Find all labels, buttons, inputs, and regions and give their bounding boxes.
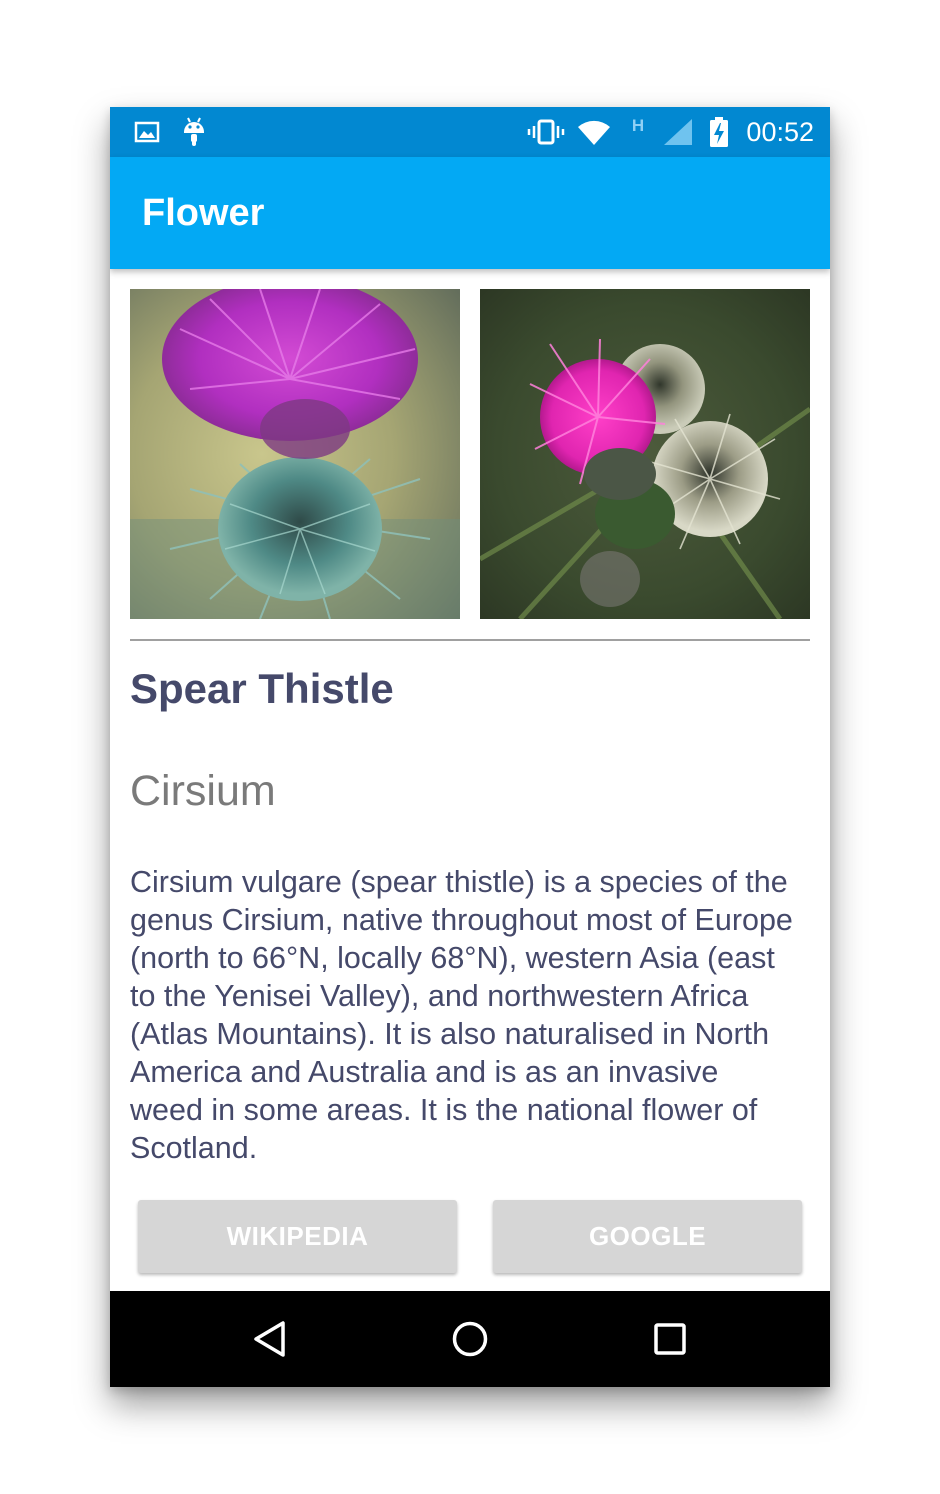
divider [130,639,810,641]
back-icon[interactable] [222,1291,318,1387]
wifi-icon [576,107,612,157]
navigation-bar [110,1291,830,1387]
signal-icon [660,107,696,157]
status-time: 00:52 [746,117,814,147]
recents-icon[interactable] [622,1291,718,1387]
vibrate-icon [526,107,566,157]
flower-photo-closeup [130,289,460,619]
flower-photo-plant [480,289,810,619]
image-notification-icon [132,107,162,157]
google-button[interactable]: GOOGLE [493,1200,802,1273]
app-title: Flower [142,192,265,234]
phone-screen: H 00:52 Flower Spear Thistle Cirsium Cir… [110,107,830,1387]
flower-genus: Cirsium [130,767,276,815]
status-bar: H 00:52 [110,107,830,157]
android-notification-icon [180,107,208,157]
flower-detail-content: Spear Thistle Cirsium Cirsium vulgare (s… [110,269,830,1291]
home-icon[interactable] [422,1291,518,1387]
battery-charging-icon [706,107,732,157]
network-h-icon: H [631,116,645,135]
flower-description: Cirsium vulgare (spear thistle) is a spe… [130,865,793,1165]
flower-common-name: Spear Thistle [130,665,394,712]
app-bar: Flower [110,157,830,269]
wikipedia-button[interactable]: WIKIPEDIA [138,1200,457,1273]
